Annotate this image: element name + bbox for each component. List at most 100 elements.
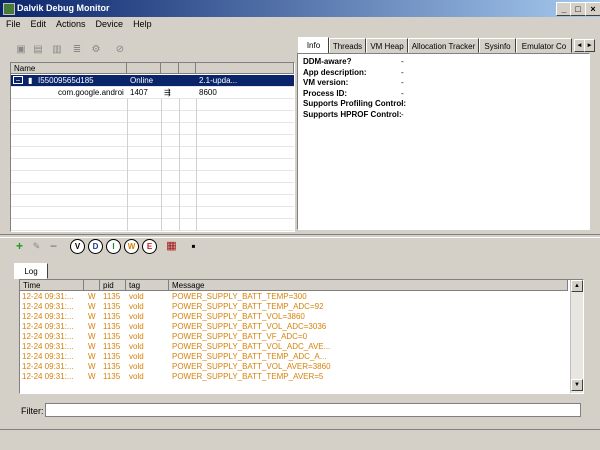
log-tag: vold xyxy=(129,372,144,381)
log-pid: 1135 xyxy=(103,372,121,381)
log-row[interactable]: 12-24 09:31:... W 1135 vold POWER_SUPPLY_BAT… xyxy=(20,352,583,362)
window-title: Dalvik Debug Monitor xyxy=(17,3,110,13)
title-bar: Dalvik Debug Monitor _ □ × xyxy=(0,0,600,17)
collapse-icon[interactable]: − xyxy=(13,76,23,84)
column-debug[interactable] xyxy=(161,63,179,74)
info-label: VM version: xyxy=(303,78,349,87)
log-tag: vold xyxy=(129,292,144,301)
info-label: DDM-aware? xyxy=(303,57,352,66)
log-level: W xyxy=(88,292,96,301)
verbose-level-icon[interactable]: V xyxy=(70,239,85,254)
device-row[interactable]: − ▮ I55009565d185 Online 2.1-upda... xyxy=(11,75,294,87)
warning-level-icon[interactable]: W xyxy=(124,239,139,254)
column-tag[interactable]: tag xyxy=(126,280,169,291)
tab-log[interactable]: Log xyxy=(14,263,48,279)
empty-row xyxy=(11,147,294,159)
info-label: Supports Profiling Control: xyxy=(303,99,407,108)
log-row[interactable]: 12-24 09:31:... W 1135 vold POWER_SUPPLY_BAT… xyxy=(20,322,583,332)
scroll-up-icon[interactable]: ▲ xyxy=(571,280,583,292)
info-row: Supports HPROF Control: - xyxy=(298,110,589,121)
log-tag: vold xyxy=(129,322,144,331)
client-threads-icon: ⇶ xyxy=(164,88,171,97)
column-message[interactable]: Message xyxy=(169,280,568,291)
menu-actions[interactable]: Actions xyxy=(50,17,90,29)
log-pid: 1135 xyxy=(103,312,121,321)
scroll-down-icon[interactable]: ▼ xyxy=(571,379,583,391)
tab-sysinfo[interactable]: Sysinfo xyxy=(479,38,516,53)
log-row[interactable]: 12-24 09:31:... W 1135 vold POWER_SUPPLY_BAT… xyxy=(20,362,583,372)
client-row[interactable]: com.google.androi 1407 ⇶ 8600 xyxy=(11,87,294,99)
column-time[interactable]: Time xyxy=(20,280,84,291)
column-name[interactable]: Name xyxy=(11,63,127,74)
log-message: POWER_SUPPLY_BATT_VOL=3860 xyxy=(172,312,305,321)
filter-label: Filter: xyxy=(21,406,44,416)
maximize-button[interactable]: □ xyxy=(570,2,586,16)
menu-help[interactable]: Help xyxy=(127,17,156,29)
log-message: POWER_SUPPLY_BATT_TEMP_ADC=92 xyxy=(172,302,324,311)
stop-process-icon[interactable]: ⊘ xyxy=(112,42,128,58)
gc-icon[interactable]: ▥ xyxy=(49,42,65,58)
log-scrollbar[interactable]: ▲ ▼ xyxy=(570,280,583,393)
column-level[interactable] xyxy=(84,280,100,291)
add-filter-icon[interactable]: + xyxy=(12,239,27,254)
tab-threads[interactable]: Threads xyxy=(329,38,366,53)
log-message: POWER_SUPPLY_BATT_VOL_ADC_AVE... xyxy=(172,342,331,351)
log-row[interactable]: 12-24 09:31:... W 1135 vold POWER_SUPPLY_BAT… xyxy=(20,302,583,312)
device-list: Name − ▮ I55009565d185 Online 2.1-upda..… xyxy=(10,62,295,232)
column-pid[interactable]: pid xyxy=(100,280,126,291)
log-time: 12-24 09:31:... xyxy=(22,312,74,321)
debug-level-icon[interactable]: D xyxy=(88,239,103,254)
start-profiling-icon[interactable]: ⚙ xyxy=(88,42,104,58)
column-target[interactable] xyxy=(196,63,294,74)
tab-emulator-control[interactable]: Emulator Co xyxy=(516,38,572,53)
log-row[interactable]: 12-24 09:31:... W 1135 vold POWER_SUPPLY_BAT… xyxy=(20,342,583,352)
update-threads-icon[interactable]: ≣ xyxy=(69,42,85,58)
tab-scroll-right-icon[interactable]: ▸ xyxy=(584,39,595,52)
log-row[interactable]: 12-24 09:31:... W 1135 vold POWER_SUPPLY_BAT… xyxy=(20,332,583,342)
splitter[interactable] xyxy=(0,234,600,238)
log-row[interactable]: 12-24 09:31:... W 1135 vold POWER_SUPPLY_BAT… xyxy=(20,372,583,382)
log-tag: vold xyxy=(129,302,144,311)
error-level-icon[interactable]: E xyxy=(142,239,157,254)
close-button[interactable]: × xyxy=(585,2,600,16)
log-row[interactable]: 12-24 09:31:... W 1135 vold POWER_SUPPLY_BAT… xyxy=(20,292,583,302)
client-pid: 1407 xyxy=(130,88,148,97)
info-level-icon[interactable]: I xyxy=(106,239,121,254)
dump-hprof-icon[interactable]: ▤ xyxy=(30,42,46,58)
column-status[interactable] xyxy=(127,63,161,74)
status-bar xyxy=(0,429,600,448)
log-pid: 1135 xyxy=(103,332,121,341)
log-time: 12-24 09:31:... xyxy=(22,322,74,331)
remove-filter-icon[interactable]: − xyxy=(46,239,61,254)
info-value: - xyxy=(401,57,404,66)
app-icon xyxy=(3,3,15,15)
log-level: W xyxy=(88,342,96,351)
edit-filter-icon[interactable]: ✎ xyxy=(29,239,44,254)
tab-allocation-tracker[interactable]: Allocation Tracker xyxy=(408,38,479,53)
log-level: W xyxy=(88,322,96,331)
log-tag: vold xyxy=(129,352,144,361)
filter-input[interactable] xyxy=(45,403,581,417)
menu-device[interactable]: Device xyxy=(90,17,128,29)
info-value: - xyxy=(401,99,404,108)
log-time: 12-24 09:31:... xyxy=(22,342,74,351)
column-extra[interactable] xyxy=(179,63,196,74)
log-time: 12-24 09:31:... xyxy=(22,332,74,341)
info-value: - xyxy=(401,67,404,77)
save-log-icon[interactable]: ▪ xyxy=(186,239,201,254)
menu-file[interactable]: File xyxy=(0,17,25,29)
client-name: com.google.androi xyxy=(58,88,124,97)
tab-vm-heap[interactable]: VM Heap xyxy=(366,38,408,53)
log-time: 12-24 09:31:... xyxy=(22,362,74,371)
client-col4 xyxy=(179,87,196,98)
log-level: W xyxy=(88,312,96,321)
log-level: W xyxy=(88,302,96,311)
menu-edit[interactable]: Edit xyxy=(25,17,51,29)
clear-log-icon[interactable]: ▦ xyxy=(164,239,179,254)
log-row[interactable]: 12-24 09:31:... W 1135 vold POWER_SUPPLY_BAT… xyxy=(20,312,583,322)
log-tag: vold xyxy=(129,362,144,371)
empty-row xyxy=(11,99,294,111)
update-heap-icon[interactable]: ▣ xyxy=(13,42,29,58)
tab-info[interactable]: Info xyxy=(298,37,329,54)
device-name: I55009565d185 xyxy=(38,76,94,85)
